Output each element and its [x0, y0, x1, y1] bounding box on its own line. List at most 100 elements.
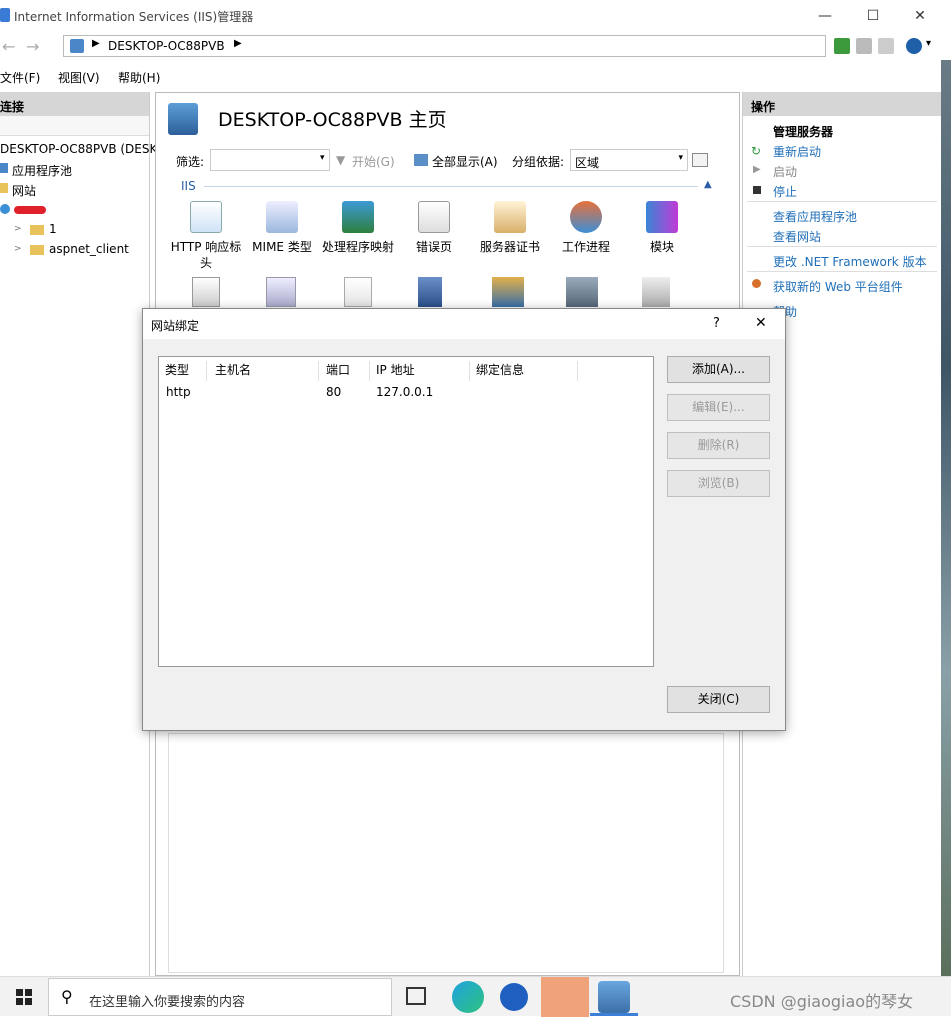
- start-button[interactable]: 开始(G): [352, 153, 395, 170]
- filter-label: 筛选:: [176, 155, 205, 169]
- taskbar-search-input[interactable]: ⚲ 在这里输入你要搜索的内容: [48, 978, 392, 1016]
- stop-icon[interactable]: [856, 38, 872, 54]
- feature-mime-types[interactable]: MIME 类型: [244, 201, 320, 255]
- column-binding-info[interactable]: 绑定信息: [470, 361, 578, 381]
- menu-view[interactable]: 视图(V): [58, 69, 100, 86]
- tree-node-server[interactable]: DESKTOP-OC88PVB (DESKT: [0, 142, 164, 156]
- action-restart[interactable]: 重新启动: [773, 143, 821, 160]
- filter-input[interactable]: [210, 149, 330, 171]
- active-app-icon[interactable]: [541, 977, 589, 1017]
- feature-icon[interactable]: [642, 277, 670, 307]
- feature-icon[interactable]: [418, 277, 442, 307]
- desktop-background-strip: [941, 60, 951, 976]
- feature-icon[interactable]: [192, 277, 220, 307]
- worker-process-icon: [570, 201, 602, 233]
- iis-app-icon: [0, 8, 10, 22]
- redacted-mark: [14, 206, 46, 214]
- dialog-close-icon[interactable]: ✕: [755, 315, 767, 331]
- dialog-help-button[interactable]: ?: [713, 316, 720, 331]
- group-by-value: 区域: [575, 156, 600, 170]
- http-headers-icon: [190, 201, 222, 233]
- column-port[interactable]: 端口: [320, 361, 370, 381]
- connections-toolbar: [0, 116, 149, 136]
- maximize-button[interactable]: ☐: [853, 4, 893, 28]
- taskbar: ⚲ 在这里输入你要搜索的内容 CSDN @giaogiao的琴女: [0, 976, 951, 1017]
- watermark: CSDN @giaogiao的琴女: [730, 992, 914, 1011]
- window-title: Internet Information Services (IIS)管理器: [14, 10, 254, 24]
- feature-icon[interactable]: [566, 277, 598, 307]
- back-arrow-icon[interactable]: ←: [2, 37, 15, 56]
- action-view-sites[interactable]: 查看网站: [773, 228, 821, 245]
- site-bindings-dialog: 网站绑定 ? ✕ 类型 主机名 端口 IP 地址 绑定信息 http 80 12…: [142, 308, 786, 731]
- tree-node-site-1[interactable]: 1: [49, 222, 57, 236]
- action-view-apppools[interactable]: 查看应用程序池: [773, 208, 857, 225]
- feature-error-pages[interactable]: 错误页: [396, 201, 472, 255]
- section-iis-label: IIS: [181, 179, 196, 193]
- bindings-list[interactable]: 类型 主机名 端口 IP 地址 绑定信息 http 80 127.0.0.1: [158, 356, 654, 667]
- divider: [747, 246, 937, 247]
- feature-icon[interactable]: [266, 277, 296, 307]
- show-all-icon: [414, 154, 428, 166]
- column-type[interactable]: 类型: [159, 361, 207, 381]
- action-get-web-platform[interactable]: 获取新的 Web 平台组件: [773, 278, 903, 295]
- menu-bar: 文件(F) 视图(V) 帮助(H): [0, 64, 941, 88]
- title-bar: Internet Information Services (IIS)管理器 —…: [0, 0, 941, 32]
- minimize-button[interactable]: —: [805, 4, 845, 28]
- tree-node-apppools[interactable]: 应用程序池: [12, 162, 72, 179]
- iis-manager-taskbar-icon[interactable]: [598, 981, 630, 1013]
- action-change-dotnet[interactable]: 更改 .NET Framework 版本: [773, 253, 927, 270]
- feature-handler-mappings[interactable]: 处理程序映射: [320, 201, 396, 255]
- edit-binding-button[interactable]: 编辑(E)...: [667, 394, 770, 421]
- windows-start-icon[interactable]: [16, 989, 32, 1005]
- group-by-select[interactable]: 区域 ▾: [570, 149, 688, 171]
- app-icon[interactable]: [500, 983, 528, 1011]
- folder-icon: [30, 225, 44, 235]
- close-window-button[interactable]: ✕: [900, 4, 940, 28]
- dialog-close-button[interactable]: 关闭(C): [667, 686, 770, 713]
- add-binding-button[interactable]: 添加(A)...: [667, 356, 770, 383]
- menu-help[interactable]: 帮助(H): [118, 69, 160, 86]
- column-host[interactable]: 主机名: [209, 361, 319, 381]
- address-bar: ← → ▶ DESKTOP-OC88PVB ▶ ▾: [0, 32, 941, 60]
- collapse-chevron-icon[interactable]: ▲: [704, 179, 712, 190]
- chevron-down-icon[interactable]: ▾: [926, 38, 931, 49]
- edge-browser-icon[interactable]: [452, 981, 484, 1013]
- menu-file[interactable]: 文件(F): [0, 69, 40, 86]
- breadcrumb-arrow-icon: ▶: [92, 38, 100, 49]
- browse-binding-button[interactable]: 浏览(B): [667, 470, 770, 497]
- refresh-icon[interactable]: [834, 38, 850, 54]
- folder-icon: [0, 183, 8, 193]
- action-stop[interactable]: 停止: [773, 183, 797, 200]
- start-icon: ▶: [753, 164, 761, 175]
- show-all-button[interactable]: 全部显示(A): [432, 153, 498, 170]
- feature-icon[interactable]: [344, 277, 372, 307]
- feature-modules[interactable]: 模块: [624, 201, 700, 255]
- column-ip[interactable]: IP 地址: [370, 361, 470, 381]
- feature-icon[interactable]: [492, 277, 524, 307]
- expand-chevron-icon[interactable]: >: [14, 244, 22, 254]
- task-view-icon[interactable]: [406, 987, 426, 1005]
- forward-arrow-icon[interactable]: →: [26, 37, 39, 56]
- home-icon[interactable]: [878, 38, 894, 54]
- action-start[interactable]: 启动: [773, 163, 797, 180]
- feature-server-certificates[interactable]: 服务器证书: [472, 201, 548, 255]
- connections-panel: 连接 DESKTOP-OC88PVB (DESKT 应用程序池 网站 > 1 >…: [0, 92, 164, 976]
- feature-http-response-headers[interactable]: HTTP 响应标头: [168, 201, 244, 271]
- server-home-icon: [168, 103, 198, 135]
- divider: [747, 201, 937, 202]
- apppool-icon: [0, 163, 8, 173]
- expand-chevron-icon[interactable]: >: [14, 224, 22, 234]
- help-icon[interactable]: [906, 38, 922, 54]
- feature-worker-processes[interactable]: 工作进程: [548, 201, 624, 255]
- tree-node-aspnet-client[interactable]: aspnet_client: [49, 242, 129, 256]
- breadcrumb[interactable]: DESKTOP-OC88PVB: [108, 39, 225, 53]
- feature-view-area: [168, 733, 724, 973]
- error-page-icon: [418, 201, 450, 233]
- remove-binding-button[interactable]: 删除(R): [667, 432, 770, 459]
- handler-mapping-icon: [342, 201, 374, 233]
- chevron-down-icon[interactable]: ▾: [320, 153, 325, 163]
- address-box[interactable]: ▶ DESKTOP-OC88PVB ▶: [63, 35, 826, 57]
- web-platform-icon: [752, 279, 761, 288]
- tree-node-sites[interactable]: 网站: [12, 182, 36, 199]
- view-mode-icon[interactable]: [692, 153, 708, 167]
